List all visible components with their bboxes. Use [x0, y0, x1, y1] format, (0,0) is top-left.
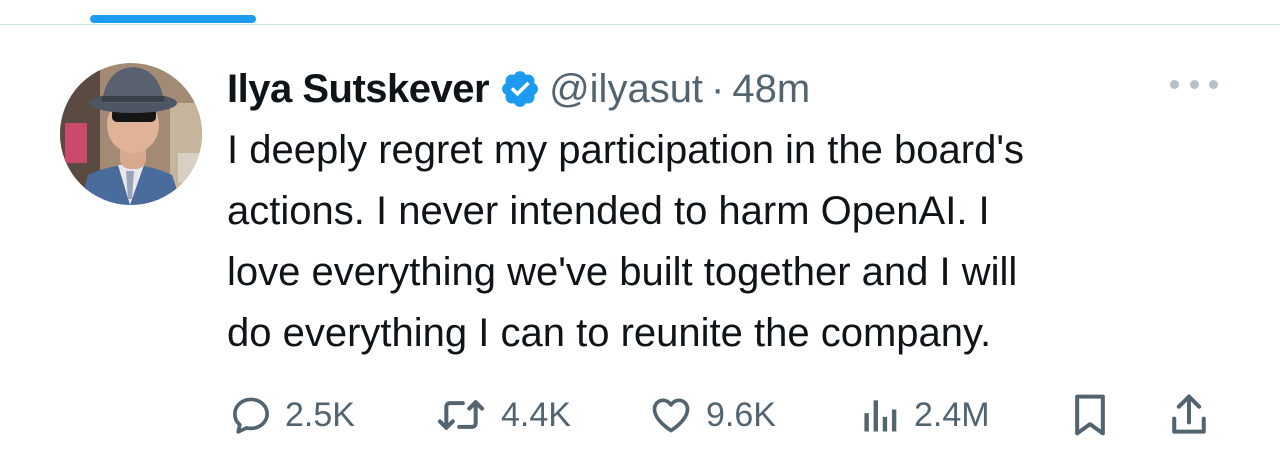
author-display-name[interactable]: Ilya Sutskever	[227, 67, 490, 112]
more-dot-icon	[1209, 79, 1218, 89]
more-dot-icon	[1189, 79, 1199, 89]
bookmark-icon	[1068, 391, 1112, 439]
tweet-timestamp[interactable]: 48m	[732, 67, 810, 112]
reply-button[interactable]: 2.5K	[229, 385, 355, 445]
bookmark-button[interactable]	[1068, 385, 1112, 445]
share-icon	[1166, 391, 1212, 439]
tweet-text-line: I deeply regret my participation in the …	[227, 128, 1024, 172]
like-button[interactable]: 9.6K	[648, 385, 776, 445]
like-count: 9.6K	[706, 395, 776, 434]
active-tab-indicator	[90, 15, 256, 23]
tweet[interactable]: Ilya Sutskever @ilyasut · 48m I deeply r…	[0, 25, 1280, 473]
tweet-text: I deeply regret my participation in the …	[227, 120, 1227, 364]
avatar[interactable]	[60, 63, 202, 205]
tweet-text-line: love everything we've built together and…	[227, 250, 1018, 294]
repost-count: 4.4K	[501, 395, 571, 434]
profile-photo-icon	[60, 63, 202, 205]
share-button[interactable]	[1166, 385, 1212, 445]
repost-icon	[433, 393, 489, 437]
views-icon	[858, 393, 902, 437]
tweet-text-line: do everything I can to reunite the compa…	[227, 311, 992, 355]
author-handle[interactable]: @ilyasut	[549, 67, 703, 112]
verified-badge-icon[interactable]	[499, 68, 541, 110]
tweet-header: Ilya Sutskever @ilyasut · 48m	[227, 59, 810, 119]
tweet-actions: 2.5K 4.4K 9.6K 2.4M	[0, 385, 1280, 445]
reply-icon	[229, 393, 273, 437]
like-icon	[648, 393, 694, 437]
repost-button[interactable]: 4.4K	[433, 385, 571, 445]
more-dot-icon	[1170, 79, 1179, 89]
tweet-text-line: actions. I never intended to harm OpenAI…	[227, 189, 990, 233]
meta-separator: ·	[711, 66, 725, 111]
views-count: 2.4M	[914, 395, 990, 434]
more-options-button[interactable]	[1170, 73, 1218, 95]
reply-count: 2.5K	[285, 395, 355, 434]
views-button[interactable]: 2.4M	[858, 385, 990, 445]
